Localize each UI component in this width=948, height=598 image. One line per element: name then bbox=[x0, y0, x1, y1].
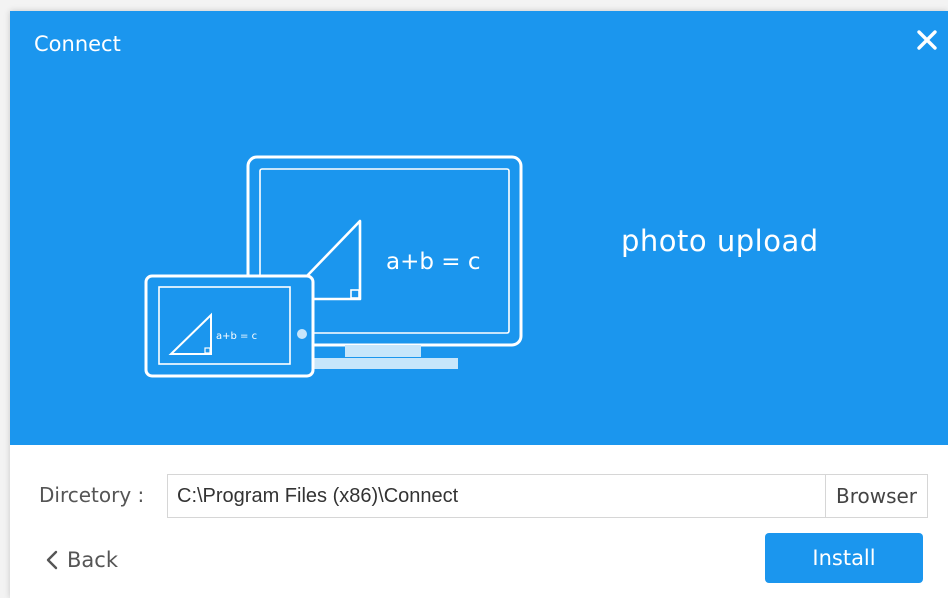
close-button[interactable] bbox=[914, 27, 940, 53]
install-button[interactable]: Install bbox=[765, 533, 923, 583]
tablet-icon: a+b = c bbox=[144, 274, 315, 378]
devices-illustration: a+b = c a+b = c bbox=[144, 155, 523, 378]
hero-banner: Connect a+b = c a+b = c photo upload bbox=[10, 11, 948, 445]
close-icon bbox=[917, 30, 937, 50]
back-button[interactable]: Back bbox=[46, 545, 118, 575]
tagline: photo upload bbox=[621, 224, 819, 258]
window-title: Connect bbox=[34, 32, 121, 56]
directory-label: Dircetory : bbox=[39, 483, 145, 507]
tablet-formula: a+b = c bbox=[216, 331, 257, 342]
monitor-formula: a+b = c bbox=[386, 249, 481, 275]
browse-button[interactable]: Browser bbox=[825, 474, 928, 518]
installer-window: Connect a+b = c a+b = c photo upload Dir… bbox=[10, 11, 948, 598]
chevron-left-icon bbox=[46, 550, 58, 570]
back-label: Back bbox=[67, 548, 118, 572]
directory-input[interactable] bbox=[167, 474, 825, 518]
